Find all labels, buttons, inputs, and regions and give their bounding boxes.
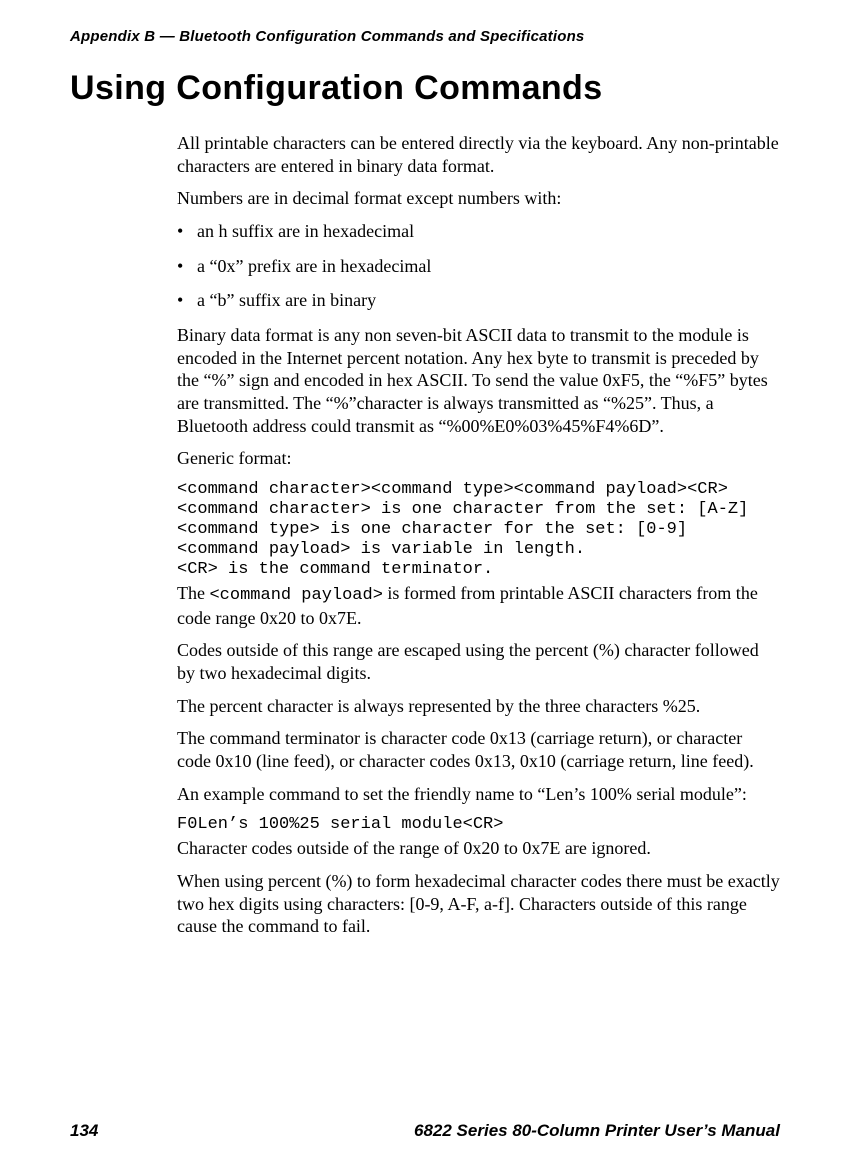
running-head: Appendix B — Bluetooth Configuration Com… <box>70 28 780 45</box>
para-intro-2: Numbers are in decimal format except num… <box>177 187 780 210</box>
inline-code-payload: <command payload> <box>209 586 382 605</box>
bullet-list: •an h suffix are in hexadecimal •a “0x” … <box>177 220 780 312</box>
code-example: F0Len’s 100%25 serial module<CR> <box>177 815 780 835</box>
list-item: •a “0x” prefix are in hexadecimal <box>177 255 780 278</box>
bullet-dot: • <box>177 289 197 312</box>
para-terminator: The command terminator is character code… <box>177 727 780 772</box>
bullet-dot: • <box>177 255 197 278</box>
page-footer: 134 6822 Series 80-Column Printer User’s… <box>0 1121 850 1141</box>
para-example-label: An example command to set the friendly n… <box>177 783 780 806</box>
bullet-text: a “0x” prefix are in hexadecimal <box>197 255 431 278</box>
para-intro-1: All printable characters can be entered … <box>177 132 780 177</box>
para-binary-format: Binary data format is any non seven-bit … <box>177 324 780 437</box>
para-generic-format-label: Generic format: <box>177 447 780 470</box>
book-title: 6822 Series 80-Column Printer User’s Man… <box>414 1121 780 1141</box>
body-column: All printable characters can be entered … <box>177 132 780 938</box>
bullet-text: an h suffix are in hexadecimal <box>197 220 414 243</box>
para-escape: Codes outside of this range are escaped … <box>177 639 780 684</box>
para-hexdigits: When using percent (%) to form hexadecim… <box>177 870 780 938</box>
page-number: 134 <box>70 1121 98 1141</box>
bullet-dot: • <box>177 220 197 243</box>
para-payload-text-a: The <box>177 583 209 603</box>
list-item: •an h suffix are in hexadecimal <box>177 220 780 243</box>
para-payload: The <command payload> is formed from pri… <box>177 582 780 629</box>
list-item: •a “b” suffix are in binary <box>177 289 780 312</box>
para-percent25: The percent character is always represen… <box>177 695 780 718</box>
code-generic-format: <command character><command type><comman… <box>177 480 780 580</box>
page-title: Using Configuration Commands <box>70 69 780 108</box>
para-ignored: Character codes outside of the range of … <box>177 837 780 860</box>
bullet-text: a “b” suffix are in binary <box>197 289 376 312</box>
